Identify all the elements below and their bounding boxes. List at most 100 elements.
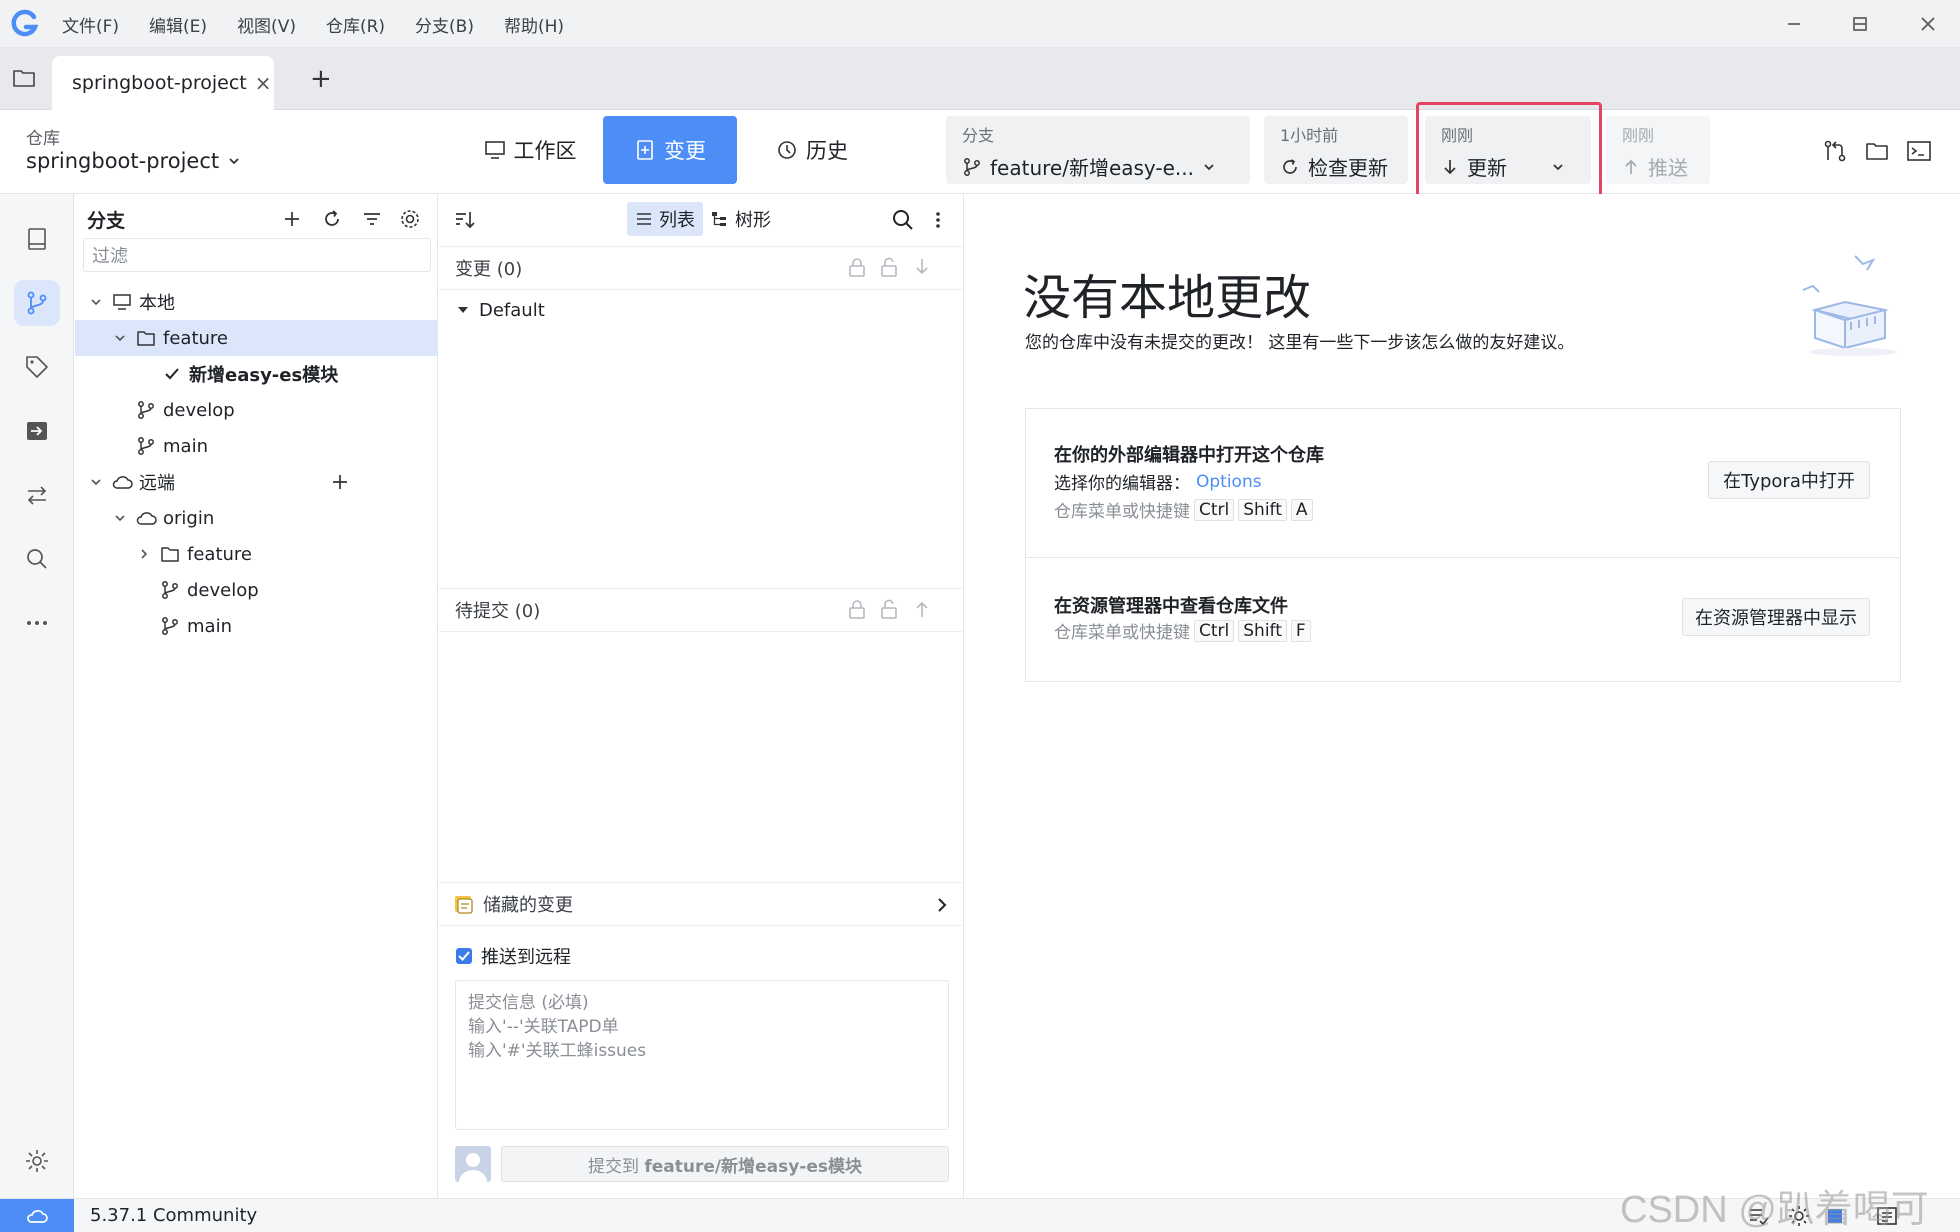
develop-label: develop [163,399,235,421]
open-in-typora-button[interactable]: 在Typora中打开 [1708,461,1870,499]
show-in-explorer-button[interactable]: 在资源管理器中显示 [1682,598,1870,636]
branch-icon [162,581,178,599]
staged-label: 待提交 (0) [455,601,541,622]
avatar[interactable] [455,1146,491,1182]
push-button[interactable]: 刚刚 推送 [1606,116,1710,184]
search-icon[interactable] [891,208,915,232]
changes-panel: 列表 树形 变更 (0) Default 待提交 (0) 储藏的变更 推送到远程… [439,194,964,1198]
branch-selector[interactable]: 分支 feature/新增easy-e... [946,116,1250,184]
view-list-label: 列表 [659,210,695,231]
cloud-icon [112,476,133,489]
unlock-icon[interactable] [879,598,899,620]
commit-placeholder-2: 输入'--'关联TAPD单 [468,1017,619,1037]
menu-branch[interactable]: 分支(B) [415,12,474,37]
fetch-button[interactable]: 1小时前 检查更新 [1264,116,1408,184]
tree-remote-develop[interactable]: develop [75,572,438,608]
arrow-down-icon[interactable] [913,256,931,278]
page-subtitle: 您的仓库中没有未提交的更改！ 这里有一些下一步该怎么做的友好建议。 [1025,333,1575,353]
activity-search[interactable] [14,536,60,582]
show-explorer-card: 在资源管理器中查看仓库文件 仓库菜单或快捷键 Ctrl Shift F 在资源管… [1025,558,1901,682]
folder-icon[interactable] [12,66,36,90]
menu-file[interactable]: 文件(F) [62,12,119,37]
branch-icon [138,437,154,455]
tree-remote-feature[interactable]: feature [75,536,438,572]
tree-origin[interactable]: origin [75,500,438,536]
view-tree-label: 树形 [735,210,771,231]
tree-develop[interactable]: develop [75,392,438,428]
branch-icon [27,291,47,315]
changes-button[interactable]: 变更 [603,116,737,184]
activity-more[interactable] [14,600,60,646]
tree-main[interactable]: main [75,428,438,464]
open-editor-card: 在你的外部编辑器中打开这个仓库 选择你的编辑器： Options 仓库菜单或快捷… [1025,408,1901,558]
commit-message-input[interactable]: 提交信息 (必填) 输入'--'关联TAPD单 输入'#'关联工蜂issues [455,980,949,1130]
push-remote-label: 推送到远程 [481,947,571,968]
remote-develop-label: develop [187,579,259,601]
default-group[interactable]: Default [457,292,757,328]
tree-current-branch[interactable]: 新增easy-es模块 [75,356,438,392]
push-label: 推送 [1648,156,1688,180]
more-vertical-icon[interactable] [933,208,943,232]
sort-icon[interactable] [453,208,477,232]
maximize-window-icon[interactable] [1846,10,1874,38]
pull-request-icon[interactable] [1822,138,1848,164]
activity-stash[interactable] [14,408,60,454]
menu-view[interactable]: 视图(V) [237,12,296,37]
tree-remote[interactable]: 远端 [75,464,438,500]
stash-label: 储藏的变更 [483,895,573,916]
add-branch-icon[interactable] [281,208,303,230]
tree-local-feature[interactable]: feature [75,320,438,356]
minimize-window-icon[interactable] [1780,10,1808,38]
commit-placeholder-1: 提交信息 (必填) [468,993,589,1013]
activity-tags[interactable] [14,344,60,390]
gear-icon[interactable] [399,208,421,230]
tab-springboot-project[interactable]: springboot-project × [52,56,274,110]
lock-icon[interactable] [847,598,867,620]
activity-branches[interactable] [14,280,60,326]
lock-icon[interactable] [847,256,867,278]
menu-help[interactable]: 帮助(H) [504,12,564,37]
list-icon [637,213,651,225]
watermark-text: CSDN @趴着喝可乐 [1620,1189,1929,1231]
refresh-icon[interactable] [321,208,343,230]
user-avatar-icon [459,1153,487,1182]
arrow-up-icon[interactable] [913,598,931,620]
activity-compare[interactable] [14,472,60,518]
tab-close-icon[interactable]: × [255,71,272,95]
filter-icon[interactable] [361,208,383,230]
fetch-label: 检查更新 [1308,156,1388,180]
tree-remote-main[interactable]: main [75,608,438,644]
push-remote-checkbox[interactable]: 推送到远程 [455,938,855,974]
options-link[interactable]: Options [1196,472,1262,492]
book-icon [28,228,46,250]
close-window-icon[interactable] [1914,10,1942,38]
commit-button[interactable]: 提交到 feature/新增easy-es模块 [501,1146,949,1182]
history-button[interactable]: 历史 [760,116,864,184]
view-tree-toggle[interactable]: 树形 [703,202,779,236]
unlock-icon[interactable] [879,256,899,278]
activity-settings[interactable] [14,1138,60,1184]
chevron-down-icon [1204,163,1214,170]
workspace-button[interactable]: 工作区 [468,116,592,184]
repo-selector[interactable]: springboot-project [26,149,241,173]
stash-row[interactable]: 储藏的变更 [439,882,964,926]
branch-filter-input[interactable]: 过滤 [83,238,431,272]
tree-local[interactable]: 本地 [75,284,438,320]
menu-edit[interactable]: 编辑(E) [149,12,207,37]
version-label: 5.37.1 Community [90,1205,258,1226]
activity-workspace[interactable] [14,216,60,262]
folder-icon [161,547,179,562]
menu-repo[interactable]: 仓库(R) [326,12,385,37]
history-label: 历史 [806,139,848,163]
new-tab-button[interactable]: + [310,64,332,94]
move-in-icon [27,422,47,440]
open-folder-icon[interactable] [1864,138,1890,164]
add-remote-icon[interactable] [329,471,351,493]
remote-feature-label: feature [187,543,252,565]
chevron-down-icon [91,479,101,486]
view-list-toggle[interactable]: 列表 [627,202,703,236]
sync-status[interactable] [0,1199,74,1232]
terminal-icon[interactable] [1906,138,1932,164]
card1-hint: 仓库菜单或快捷键 [1054,502,1190,522]
chevron-right-icon [938,898,947,912]
